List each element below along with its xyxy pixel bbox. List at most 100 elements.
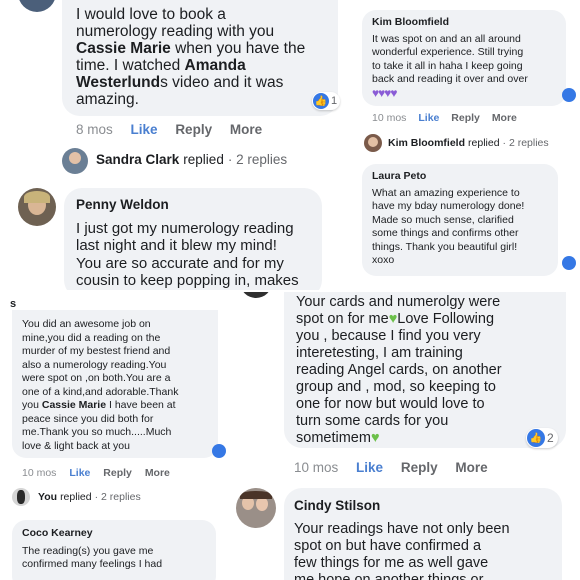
comment-line: back and reading it over and over <box>372 73 528 85</box>
comment-line: reading Angel cards, on another <box>296 362 502 378</box>
screenshot-panel-top-left: I would love to book a numerology readin… <box>0 0 352 290</box>
comment-line: Westerlunds video and it was <box>76 74 284 91</box>
comment-line: also a numerology reading.You <box>22 358 167 371</box>
more-link[interactable]: More <box>145 467 170 479</box>
comment-line: one of a kind,and adorable.Thank <box>22 385 179 398</box>
comment-line: Your cards and numerolgy were <box>296 294 501 310</box>
kim-bloomfield-avatar[interactable] <box>364 134 382 152</box>
comment-bubble: Laura Peto What an amazing experience to… <box>362 164 558 276</box>
comment-line: Cassie Marie when you have the <box>76 40 306 57</box>
comment-line: me hope on another things or <box>294 572 484 580</box>
commenter-avatar[interactable] <box>18 0 56 12</box>
comment-line: last night and it blew my mind! <box>76 237 277 254</box>
replies-summary[interactable]: Kim Bloomfield replied · 2 replies <box>388 137 549 149</box>
reaction-count: 2 <box>547 431 554 445</box>
comment-line: time. I watched Amanda <box>76 57 246 74</box>
comment-actions: 10 mos Like Reply More <box>294 460 488 475</box>
reply-link[interactable]: Reply <box>175 122 212 137</box>
reply-count: · 2 replies <box>94 491 141 503</box>
comment-bubble: Coco Kearney The reading(s) you gave me … <box>12 520 216 580</box>
partial-commenter-name: s <box>10 298 17 310</box>
commenter-name[interactable]: Laura Peto <box>372 170 524 184</box>
commenter-name[interactable]: Kim Bloomfield <box>372 16 528 30</box>
comment-line: Your readings have not only been <box>294 521 510 537</box>
comment-timestamp: 10 mos <box>22 467 57 479</box>
comment-line: me.Thank you so much.....Much <box>22 426 172 438</box>
like-link[interactable]: Like <box>69 467 90 479</box>
comment-line: xoxo <box>372 254 395 266</box>
like-link[interactable]: Like <box>131 122 158 137</box>
comment-bubble: Your cards and numerolgy were spot on fo… <box>284 292 566 448</box>
replies-summary[interactable]: Sandra Clark replied · 2 replies <box>96 152 287 167</box>
reaction-badge[interactable] <box>562 256 576 270</box>
commenter-name[interactable]: Coco Kearney <box>22 527 162 541</box>
like-link[interactable]: Like <box>356 460 383 475</box>
mention-westerlund[interactable]: Westerlund <box>76 74 160 91</box>
comment-line: confirmed many feelings I had <box>22 558 163 570</box>
reaction-count: 1 <box>331 95 338 107</box>
comment-line: you Cassie Marie I have been at <box>22 399 176 411</box>
comment-line: spot on for me♥Love Following <box>296 311 495 327</box>
comment-line: were spot on ,on both.You are a <box>22 372 171 384</box>
more-link[interactable]: More <box>230 122 262 137</box>
comment-line: few things for me as well gave <box>294 555 489 571</box>
penny-weldon-avatar[interactable] <box>18 188 56 226</box>
reaction-badge[interactable] <box>212 444 226 458</box>
comment-timestamp: 8 mos <box>76 122 113 137</box>
comment-line: What an amazing experience to <box>372 186 520 199</box>
comment-line: mine,you did a reading on the <box>22 331 161 344</box>
commenter-name[interactable]: Cindy Stilson <box>294 497 510 514</box>
reply-count: · 2 replies <box>227 152 288 167</box>
comment-line: sometimem♥ <box>296 430 380 446</box>
green-heart-emoji: ♥ <box>388 311 398 327</box>
reply-count: · 2 replies <box>502 137 549 149</box>
reply-link[interactable]: Reply <box>451 112 480 124</box>
replier-name[interactable]: Sandra Clark <box>96 152 179 167</box>
screenshot-panel-top-right: Kim Bloomfield It was spot on and an all… <box>354 0 580 290</box>
reaction-badge[interactable]: 👍 2 <box>526 428 558 448</box>
comment-line: peace since you did both for <box>22 412 154 425</box>
comment-line: The reading(s) you gave me <box>22 544 154 557</box>
comment-timestamp: 10 mos <box>294 460 339 475</box>
comment-line: You did an awesome job on <box>22 318 151 330</box>
sandra-clark-avatar[interactable] <box>62 148 88 174</box>
cindy-stilson-avatar[interactable] <box>236 488 276 528</box>
comment-line: turn some cards for you <box>296 413 449 429</box>
mention-cassie-marie[interactable]: Cassie Marie <box>42 399 106 411</box>
mention-cassie-marie[interactable]: Cassie Marie <box>76 40 171 57</box>
comment-line: some things and confirms other <box>372 227 519 239</box>
commenter-avatar[interactable] <box>240 292 272 298</box>
replies-summary[interactable]: You replied · 2 replies <box>38 491 141 503</box>
comment-line: interetesting, I am training <box>296 345 463 361</box>
comment-bubble: Cindy Stilson Your readings have not onl… <box>284 488 562 580</box>
comment-actions: 8 mos Like Reply More <box>76 122 262 137</box>
comment-line: amazing. <box>76 91 139 108</box>
comment-line: group and , mod, so keeping to <box>296 379 496 395</box>
like-reaction-icon: 👍 <box>527 429 545 447</box>
comment-bubble: You did an awesome job on mine,you did a… <box>12 310 218 458</box>
reaction-badge[interactable]: 👍 1 <box>312 92 341 110</box>
comment-timestamp: 10 mos <box>372 112 407 124</box>
comment-line: I would love to book a <box>76 6 226 23</box>
comment-line: have my bday numerology done! <box>372 200 525 212</box>
comment-line: Made so much sense, clarified <box>372 213 514 226</box>
mention-amanda[interactable]: Amanda <box>185 57 246 74</box>
purple-hearts-emoji: ♥♥♥♥ <box>372 85 397 100</box>
comment-line: love & light back at you <box>22 439 130 452</box>
like-reaction-icon: 👍 <box>313 93 329 109</box>
reaction-badge[interactable] <box>562 88 576 102</box>
own-avatar[interactable] <box>12 488 30 506</box>
comment-bubble: Penny Weldon I just got my numerology re… <box>64 188 322 290</box>
comment-line: It was spot on and an all around <box>372 32 521 45</box>
replier-name[interactable]: Kim Bloomfield <box>388 137 465 149</box>
comment-line: numerology reading with you <box>76 23 275 40</box>
reply-link[interactable]: Reply <box>103 467 132 479</box>
more-link[interactable]: More <box>455 460 487 475</box>
green-heart-emoji: ♥ <box>370 430 380 446</box>
reply-link[interactable]: Reply <box>401 460 438 475</box>
like-link[interactable]: Like <box>418 112 439 124</box>
commenter-name[interactable]: Penny Weldon <box>76 196 299 214</box>
replier-name[interactable]: You <box>38 491 57 503</box>
more-link[interactable]: More <box>492 112 517 124</box>
comment-line: wonderful experience. Still trying <box>372 46 524 58</box>
